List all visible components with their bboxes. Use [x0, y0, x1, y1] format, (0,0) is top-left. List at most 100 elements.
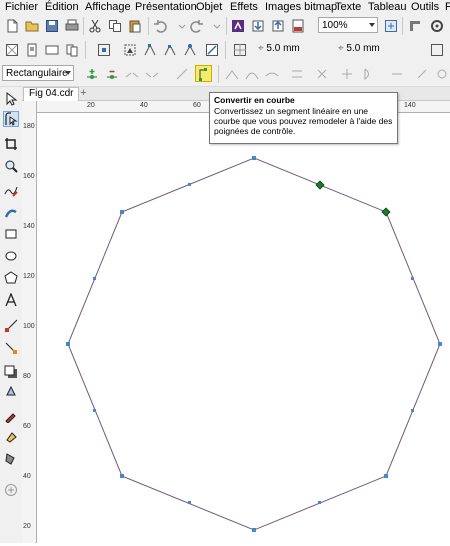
transparency-tool-icon[interactable] — [4, 385, 18, 399]
selection-mode-select[interactable]: Rectangulaire — [2, 65, 74, 81]
import-icon[interactable] — [251, 19, 265, 33]
save-icon[interactable] — [45, 19, 59, 33]
drop-shadow-tool-icon[interactable] — [4, 365, 18, 379]
zoom-tool-icon[interactable] — [4, 159, 18, 173]
print-icon[interactable] — [65, 19, 79, 33]
page-size-icon[interactable] — [5, 43, 19, 57]
menu-objet[interactable]: Objet — [196, 1, 222, 13]
snap-icon[interactable] — [408, 19, 422, 33]
interactive-fill-icon[interactable] — [4, 430, 18, 444]
extend-curve-icon[interactable] — [205, 43, 219, 57]
export-icon[interactable] — [271, 19, 285, 33]
all-pages-icon[interactable] — [65, 43, 79, 57]
menu-edition[interactable]: Édition — [45, 1, 79, 13]
menu-outils[interactable]: Outils — [411, 1, 439, 13]
connector-tool-icon[interactable] — [4, 341, 18, 355]
path-node[interactable] — [188, 183, 191, 186]
shape-tool-icon[interactable] — [3, 111, 19, 127]
menu-images-bitmap[interactable]: Images bitmap — [265, 1, 337, 13]
open-icon[interactable] — [25, 19, 39, 33]
parallel-dimension-tool-icon[interactable] — [4, 319, 18, 333]
delete-node-icon[interactable] — [105, 67, 119, 81]
menu-presentation[interactable]: Présentation — [135, 1, 197, 13]
cut-icon[interactable] — [88, 19, 102, 33]
selected-node[interactable] — [315, 180, 325, 190]
break-curve-icon[interactable] — [145, 67, 159, 81]
crop-tool-icon[interactable] — [4, 137, 18, 151]
extract-subpath-icon[interactable] — [340, 67, 354, 81]
path-node[interactable] — [120, 474, 124, 478]
path-node[interactable] — [411, 277, 414, 280]
options-icon[interactable] — [430, 19, 444, 33]
pick-tool-icon[interactable] — [4, 92, 18, 106]
align-nodes-icon[interactable] — [415, 67, 429, 81]
convert-to-curve-button[interactable] — [195, 65, 212, 82]
zoom-level-select[interactable]: 100% — [318, 17, 378, 33]
rotate-nodes-icon[interactable] — [390, 67, 404, 81]
landscape-icon[interactable] — [45, 43, 59, 57]
convert-to-line-icon[interactable] — [175, 67, 189, 81]
copy-icon[interactable] — [108, 19, 122, 33]
stretch-nodes-icon[interactable] — [362, 67, 376, 81]
path-node[interactable] — [93, 277, 96, 280]
add-tool-icon[interactable] — [4, 483, 18, 497]
add-node-icon[interactable] — [85, 67, 99, 81]
rectangle-select-icon[interactable] — [123, 43, 137, 57]
smart-fill-icon[interactable] — [4, 452, 18, 466]
selected-node[interactable] — [381, 207, 391, 217]
extend-close-icon[interactable] — [315, 67, 329, 81]
join-two-nodes-icon[interactable] — [125, 67, 139, 81]
menu-texte[interactable]: Texte — [335, 1, 361, 13]
path-node[interactable] — [384, 474, 388, 478]
undo-dropdown-icon[interactable] — [175, 19, 189, 33]
path-node[interactable] — [93, 409, 96, 412]
reverse-direction-icon[interactable] — [290, 67, 304, 81]
menu-tableau[interactable]: Tableau — [368, 1, 407, 13]
menu-effets[interactable]: Effets — [230, 1, 258, 13]
text-tool-icon[interactable] — [4, 293, 18, 307]
path-node[interactable] — [252, 156, 256, 160]
color-eyedropper-icon[interactable] — [4, 409, 18, 423]
full-screen-icon[interactable] — [384, 19, 398, 33]
more-options-icon[interactable] — [430, 43, 444, 57]
undo-icon[interactable] — [153, 19, 167, 33]
nodes-icon[interactable] — [143, 43, 157, 57]
polygon-tool-icon[interactable] — [4, 271, 18, 285]
artistic-media-tool-icon[interactable] — [4, 206, 18, 220]
join-node-icon[interactable] — [183, 43, 197, 57]
path-node[interactable] — [411, 409, 414, 412]
path-node[interactable] — [188, 501, 191, 504]
menu-fichier[interactable]: Fichier — [5, 1, 38, 13]
menu-affichage[interactable]: Affichage — [85, 1, 131, 13]
menu-fenetre[interactable]: F — [445, 1, 450, 13]
path-node[interactable] — [120, 210, 124, 214]
path-node[interactable] — [438, 342, 442, 346]
smooth-node-icon[interactable] — [245, 67, 259, 81]
elastic-mode-icon[interactable] — [435, 67, 449, 81]
rectangle-tool-icon[interactable] — [4, 227, 18, 241]
nudge-distance-field[interactable]: ⌖ 5.0 mm — [258, 42, 300, 56]
portrait-icon[interactable] — [25, 43, 39, 57]
paste-icon[interactable] — [128, 19, 142, 33]
select-all-nodes-icon[interactable] — [97, 43, 111, 57]
corel-connect-icon[interactable] — [231, 19, 245, 33]
add-document-tab-button[interactable]: + — [78, 88, 89, 99]
octagon-shape[interactable] — [37, 113, 450, 543]
document-tab[interactable]: Fig 04.cdr — [23, 87, 80, 101]
new-document-icon[interactable] — [5, 19, 19, 33]
duplicate-distance-field[interactable]: ⌖ 5.0 mm — [338, 42, 380, 56]
break-node-icon[interactable] — [163, 43, 177, 57]
cusp-node-icon[interactable] — [225, 67, 239, 81]
drawing-canvas[interactable] — [37, 113, 450, 543]
ellipse-tool-icon[interactable] — [4, 249, 18, 263]
redo-dropdown-icon[interactable] — [210, 19, 224, 33]
publish-pdf-icon[interactable] — [291, 19, 305, 33]
freehand-tool-icon[interactable] — [4, 184, 18, 198]
vertical-ruler[interactable]: 180 160 140 120 100 80 60 40 20 — [22, 101, 37, 543]
path-node[interactable] — [252, 528, 256, 532]
node-grid-icon[interactable] — [233, 43, 247, 57]
redo-icon[interactable] — [190, 19, 204, 33]
path-node[interactable] — [318, 501, 321, 504]
path-node[interactable] — [66, 342, 70, 346]
symmetrical-node-icon[interactable] — [265, 67, 279, 81]
